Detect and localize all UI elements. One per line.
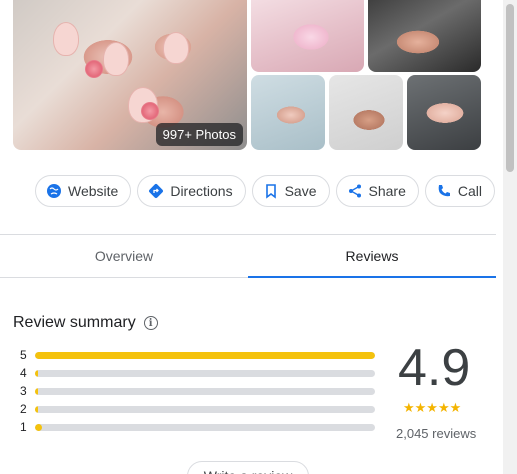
- star-level: 3: [20, 384, 27, 398]
- rating-bar-row[interactable]: 5: [20, 346, 375, 364]
- photo-count-badge[interactable]: 997+ Photos: [155, 123, 243, 146]
- tab-reviews[interactable]: Reviews: [248, 235, 496, 278]
- bar-fill: [35, 387, 39, 395]
- write-review-button[interactable]: Write a review: [187, 461, 309, 474]
- scrollbar-thumb[interactable]: [506, 4, 514, 172]
- review-count-link[interactable]: 2,045 reviews: [396, 426, 476, 441]
- review-summary-heading: Review summary i: [13, 314, 158, 332]
- rating-bar-row[interactable]: 1: [20, 418, 375, 436]
- bar-track: [35, 387, 375, 395]
- rating-distribution: 5 4 3 2 1: [20, 346, 375, 436]
- photo-thumb[interactable]: [368, 0, 481, 72]
- flower-decoration: [141, 102, 159, 120]
- bar-track: [35, 351, 375, 359]
- star-level: 5: [20, 348, 27, 362]
- review-summary-title: Review summary: [13, 314, 136, 331]
- tab-bar: Overview Reviews: [0, 234, 496, 278]
- photo-thumb[interactable]: [329, 75, 403, 150]
- share-icon: [347, 183, 363, 199]
- nail-shape: [53, 22, 79, 56]
- bar-fill: [35, 351, 375, 359]
- share-button[interactable]: Share: [335, 175, 419, 207]
- call-button[interactable]: Call: [424, 175, 495, 207]
- website-label: Website: [68, 183, 119, 199]
- share-label: Share: [368, 183, 406, 199]
- rating-bar-row[interactable]: 3: [20, 382, 375, 400]
- photo-thumb[interactable]: [251, 75, 325, 150]
- bookmark-icon: [263, 183, 279, 199]
- directions-icon: [148, 183, 164, 199]
- photo-thumb[interactable]: [251, 0, 364, 72]
- rating-bar-row[interactable]: 4: [20, 364, 375, 382]
- globe-icon: [46, 183, 62, 199]
- action-buttons: Website Directions Save Share Call: [35, 175, 495, 207]
- website-button[interactable]: Website: [35, 175, 132, 207]
- save-button[interactable]: Save: [251, 175, 330, 207]
- place-panel: 997+ Photos Website Directions Save Shar…: [0, 0, 517, 474]
- bar-fill: [35, 405, 39, 413]
- photo-main[interactable]: 997+ Photos: [13, 0, 247, 150]
- flower-decoration: [85, 60, 103, 78]
- directions-button[interactable]: Directions: [137, 175, 246, 207]
- photo-gallery: 997+ Photos: [0, 0, 496, 150]
- save-label: Save: [284, 183, 317, 199]
- star-level: 4: [20, 366, 27, 380]
- call-label: Call: [457, 183, 482, 199]
- bar-track: [35, 423, 375, 431]
- phone-icon: [436, 183, 452, 199]
- bar-track: [35, 405, 375, 413]
- nail-shape: [163, 32, 189, 64]
- star-level: 2: [20, 402, 27, 416]
- scrollbar[interactable]: [503, 0, 517, 474]
- tab-overview[interactable]: Overview: [0, 235, 248, 278]
- photo-thumb[interactable]: [407, 75, 481, 150]
- rating-bar-row[interactable]: 2: [20, 400, 375, 418]
- bar-track: [35, 369, 375, 377]
- bar-fill: [35, 423, 42, 431]
- star-level: 1: [20, 420, 27, 434]
- directions-label: Directions: [170, 183, 233, 199]
- star-rating-icon: ★★★★★: [403, 400, 462, 415]
- info-icon[interactable]: i: [143, 316, 158, 330]
- nail-shape: [103, 42, 129, 76]
- average-rating: 4.9: [398, 339, 471, 397]
- bar-fill: [35, 369, 39, 377]
